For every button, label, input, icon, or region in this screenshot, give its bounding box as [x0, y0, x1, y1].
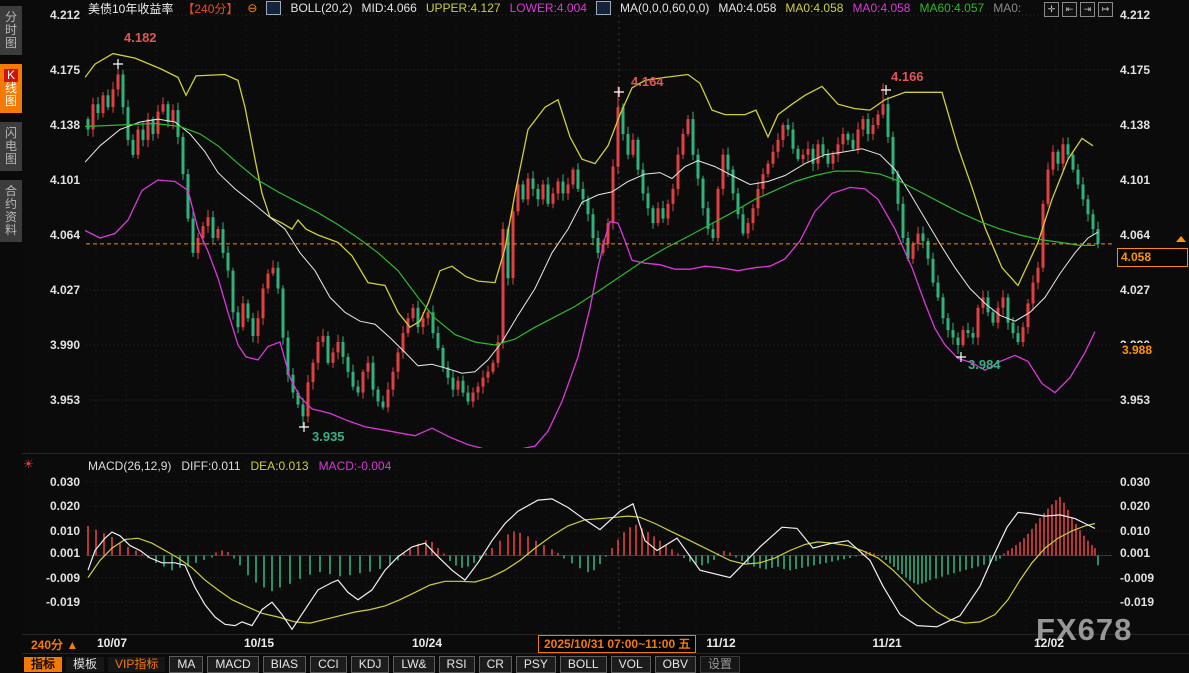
x-axis-tick: 11/21 — [872, 636, 901, 650]
toolbar-button-设置[interactable]: 设置 — [700, 656, 740, 673]
ma-label: MA(0,0,0,60,0,0) — [620, 1, 709, 15]
x-axis-row: 240分 ▲ 2025/10/31 07:00~11:00 五 10/07 10/… — [0, 636, 1189, 654]
crosshair-date-box: 2025/10/31 07:00~11:00 五 — [538, 635, 696, 653]
toolbar-button-BIAS[interactable]: BIAS — [263, 656, 306, 673]
macd-dea-value: DEA:0.013 — [251, 459, 309, 473]
svg-text:3.935: 3.935 — [312, 429, 345, 444]
chart-header: 美债10年收益率 【240分】 ⊖ BOLL(20,2) MID:4.066 U… — [88, 1, 1021, 15]
macd-label: MACD(26,12,9) — [88, 459, 171, 473]
ma0-gray-value: MA0: — [993, 1, 1021, 15]
ma0-yellow-value: MA0:4.058 — [785, 1, 843, 15]
ma60-value: MA60:4.057 — [919, 1, 984, 15]
macd-diff-value: DIFF:0.011 — [181, 459, 240, 473]
toolbar-button-PSY[interactable]: PSY — [516, 656, 556, 673]
shrink-bars-icon[interactable]: ⇤ — [1062, 2, 1077, 17]
toolbar-button-VOL[interactable]: VOL — [611, 656, 651, 673]
collapse-icon[interactable]: ⊖ — [247, 1, 257, 15]
goto-latest-icon[interactable]: ↦ — [1098, 2, 1113, 17]
sidebar: 分时图 K线图闪电图合约资料 — [0, 0, 22, 673]
toolbar-button-MA[interactable]: MA — [169, 656, 203, 673]
period-selector[interactable]: 240分 ▲ — [31, 636, 78, 653]
toolbar-button-BOLL[interactable]: BOLL — [560, 656, 607, 673]
live-indicator-icon: ☀ — [23, 457, 34, 471]
boll-indicator-icon[interactable] — [266, 1, 281, 15]
x-axis-tick: 12/02 — [1034, 636, 1064, 650]
toolbar-button-LW&[interactable]: LW& — [393, 656, 434, 673]
svg-text:4.166: 4.166 — [891, 69, 924, 84]
boll-upper-value: UPPER:4.127 — [426, 1, 501, 15]
pan-tool-icon[interactable]: ✛ — [1044, 2, 1059, 17]
sidebar-tab-1[interactable]: 分时图 — [0, 6, 22, 55]
period-tag[interactable]: 【240分】 — [182, 0, 238, 17]
boll-label: BOLL(20,2) — [290, 1, 352, 15]
toolbar-button-VIP指标[interactable]: VIP指标 — [108, 657, 165, 672]
sidebar-tab-4[interactable]: 合约资料 — [0, 180, 22, 242]
main-chart-canvas[interactable]: 4.182 4.164 4.166 3.935 3.984 — [0, 0, 1189, 673]
svg-text:3.984: 3.984 — [968, 357, 1001, 372]
x-axis-tick: 11/12 — [706, 636, 735, 650]
ma0-magenta-value: MA0:4.058 — [852, 1, 910, 15]
secondary-price-label: 3.988 — [1119, 343, 1155, 358]
toolbar-button-指标[interactable]: 指标 — [24, 657, 62, 672]
toolbar-button-KDJ[interactable]: KDJ — [351, 656, 390, 673]
boll-mid-value: MID:4.066 — [362, 1, 417, 15]
sidebar-tab-3[interactable]: 闪电图 — [0, 122, 22, 171]
svg-text:4.182: 4.182 — [124, 30, 157, 45]
indicator-toolbar: 指标模板 VIP指标 MAMACD BIASCCIKDJLW&RSICRPSYBOLL… — [24, 655, 740, 673]
macd-macd-value: MACD:-0.004 — [319, 459, 392, 473]
x-axis-tick: 10/15 — [244, 636, 274, 650]
svg-text:4.164: 4.164 — [631, 74, 664, 89]
ma-indicator-icon[interactable] — [596, 1, 611, 15]
instrument-title: 美债10年收益率 — [88, 0, 173, 17]
expand-bars-icon[interactable]: ⇥ — [1080, 2, 1095, 17]
last-price-box: 4.058 — [1117, 248, 1188, 267]
x-axis-tick: 10/07 — [97, 636, 127, 650]
ma0-white-value: MA0:4.058 — [718, 1, 776, 15]
toolbar-button-MACD[interactable]: MACD — [207, 656, 258, 673]
price-pointer-icon[interactable] — [1176, 236, 1186, 242]
sidebar-tab-2[interactable]: K线图 — [0, 64, 22, 113]
toolbar-button-CR[interactable]: CR — [479, 656, 512, 673]
window-tool-icons: ✛⇤⇥↦ — [1044, 2, 1113, 17]
toolbar-button-CCI[interactable]: CCI — [310, 656, 347, 673]
toolbar-button-RSI[interactable]: RSI — [439, 656, 475, 673]
macd-header: MACD(26,12,9) DIFF:0.011 DEA:0.013 MACD:… — [88, 459, 391, 473]
toolbar-button-OBV[interactable]: OBV — [655, 656, 696, 673]
toolbar-button-模板[interactable]: 模板 — [66, 657, 104, 672]
x-axis-tick: 10/24 — [412, 636, 442, 650]
boll-lower-value: LOWER:4.004 — [510, 1, 587, 15]
